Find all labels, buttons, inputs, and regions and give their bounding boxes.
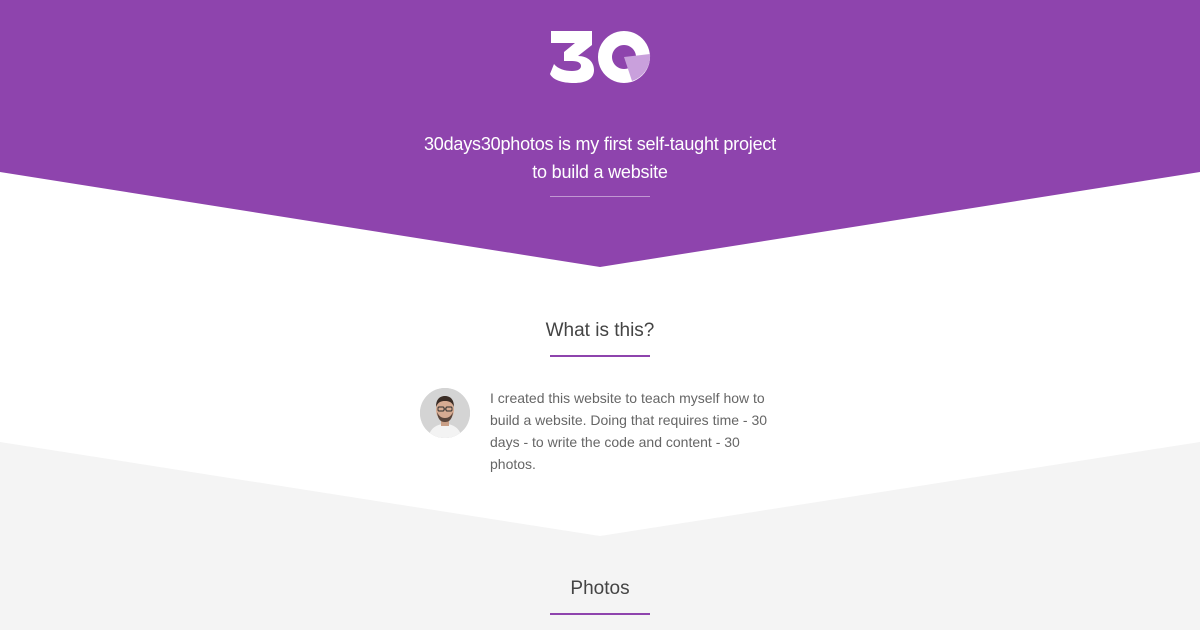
hero-tagline: 30days30photos is my first self-taught p… [300, 130, 900, 186]
background-shapes [0, 0, 1200, 630]
about-title: What is this? [545, 320, 655, 341]
person-photo-icon [420, 388, 470, 438]
about-description: I created this website to teach myself h… [490, 390, 768, 472]
photos-title-underline [550, 613, 650, 615]
author-avatar [420, 388, 470, 438]
30-logo-icon[interactable] [548, 28, 652, 84]
hero-tagline-line-1: 30days30photos is my first self-taught p… [424, 134, 776, 154]
page: 30days30photos is my first self-taught p… [0, 0, 1200, 630]
photos-title: Photos [570, 578, 630, 599]
about-title-underline [550, 355, 650, 357]
hero-tagline-line-2: to build a website [532, 162, 668, 182]
hero-divider [550, 196, 650, 197]
